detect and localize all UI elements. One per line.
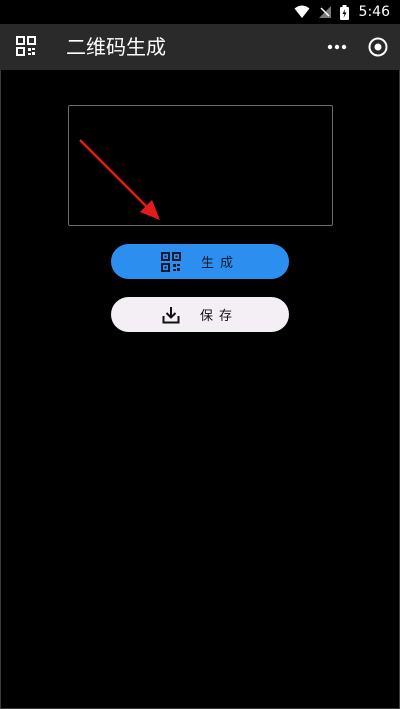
page-title: 二维码生成 — [66, 35, 166, 59]
signal-off-icon — [318, 5, 332, 19]
battery-charging-icon — [339, 4, 349, 20]
wifi-icon — [294, 5, 310, 19]
qr-code-icon — [160, 251, 181, 272]
save-button[interactable]: 保存 — [111, 297, 289, 332]
app-bar: 二维码生成 — [0, 24, 400, 70]
generate-button[interactable]: 生成 — [111, 244, 289, 279]
close-circle-icon[interactable] — [366, 35, 390, 59]
save-button-label: 保存 — [199, 309, 238, 324]
generate-button-label: 生成 — [200, 256, 239, 271]
status-time: 5:46 — [358, 4, 390, 20]
annotation-arrow — [79, 139, 160, 220]
qr-code-icon[interactable] — [16, 36, 36, 56]
more-icon[interactable] — [324, 37, 350, 57]
status-bar: 5:46 — [0, 0, 400, 24]
download-icon — [162, 306, 180, 324]
